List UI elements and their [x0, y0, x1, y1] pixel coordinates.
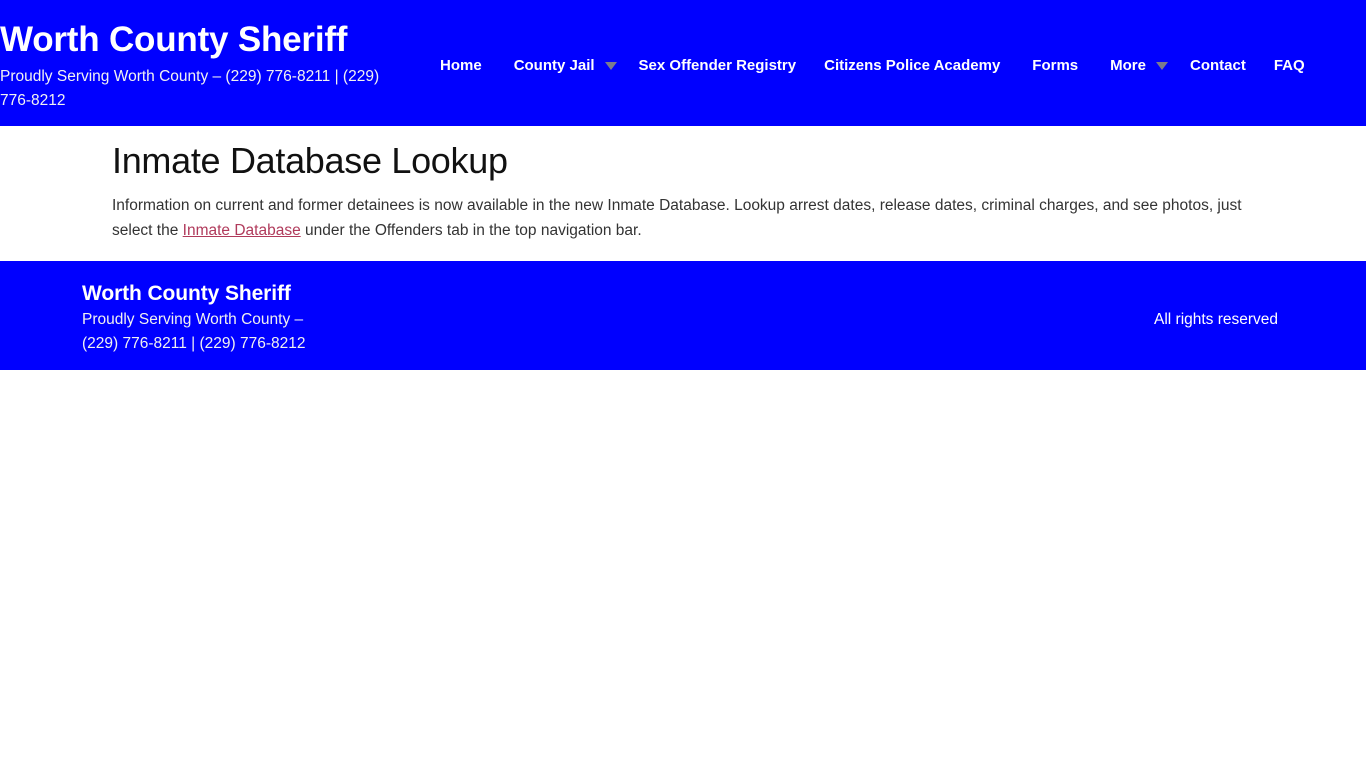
site-footer: Worth County Sheriff Proudly Serving Wor… — [0, 261, 1366, 370]
inmate-database-link[interactable]: Inmate Database — [183, 222, 301, 239]
page-title: Inmate Database Lookup — [112, 140, 508, 181]
main-navigation: Home County Jail Sex Offender Registry C… — [440, 52, 1366, 78]
footer-tagline-line-2: (229) 776-8211 | (229) 776-8212 — [82, 335, 306, 352]
brand-title: Worth County Sheriff — [0, 20, 348, 59]
footer-rights-reserved: All rights reserved — [1154, 311, 1279, 328]
nav-item-contact[interactable]: Contact — [1190, 57, 1246, 74]
nav-item-faq[interactable]: FAQ — [1274, 57, 1305, 74]
nav-item-county-jail[interactable]: County Jail — [514, 57, 595, 74]
intro-paragraph: Information on current and former detain… — [112, 193, 1242, 243]
site-brand[interactable]: Worth County Sheriff Proudly Serving Wor… — [0, 18, 400, 113]
page-empty-area — [0, 370, 1366, 768]
footer-title: Worth County Sheriff — [82, 282, 291, 305]
site-header: Worth County Sheriff Proudly Serving Wor… — [0, 0, 1366, 126]
nav-item-citizens-police-academy[interactable]: Citizens Police Academy — [824, 57, 1000, 74]
footer-tagline-line-1: Proudly Serving Worth County – — [82, 311, 304, 328]
nav-item-sex-offender-registry[interactable]: Sex Offender Registry — [639, 57, 797, 74]
footer-brand: Worth County Sheriff Proudly Serving Wor… — [82, 280, 602, 356]
intro-text-after-link: under the Offenders tab in the top navig… — [300, 222, 642, 239]
chevron-down-icon[interactable] — [1155, 62, 1168, 70]
brand-tagline: Proudly Serving Worth County – (229) 776… — [0, 68, 380, 109]
chevron-down-icon[interactable] — [604, 62, 617, 70]
main-content: Inmate Database Lookup Information on cu… — [0, 126, 1366, 261]
nav-item-forms[interactable]: Forms — [1032, 57, 1078, 74]
nav-item-more[interactable]: More — [1110, 57, 1146, 74]
nav-item-home[interactable]: Home — [440, 57, 482, 74]
